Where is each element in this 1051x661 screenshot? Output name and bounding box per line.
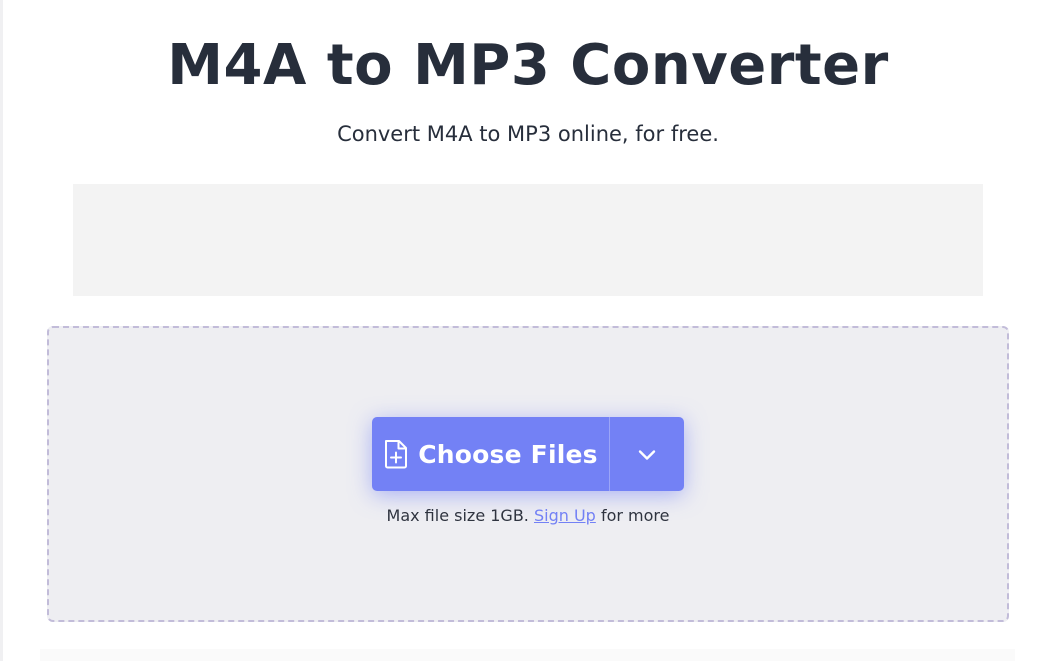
choose-files-button-group: Choose Files [372, 417, 684, 491]
chevron-down-icon [637, 447, 657, 461]
page-title: M4A to MP3 Converter [167, 33, 889, 98]
file-plus-icon [383, 439, 409, 469]
file-size-limit-text: Max file size 1GB. [386, 506, 529, 525]
choose-files-label: Choose Files [418, 439, 598, 469]
choose-files-button[interactable]: Choose Files [372, 417, 609, 491]
sign-up-link[interactable]: Sign Up [534, 506, 596, 525]
next-section-edge [40, 649, 1015, 661]
file-size-note: Max file size 1GB. Sign Up for more [0, 505, 1051, 527]
for-more-text: for more [600, 506, 670, 525]
page-subtitle: Convert M4A to MP3 online, for free. [337, 122, 719, 146]
ad-placeholder [73, 184, 983, 296]
more-upload-options-button[interactable] [610, 417, 684, 491]
